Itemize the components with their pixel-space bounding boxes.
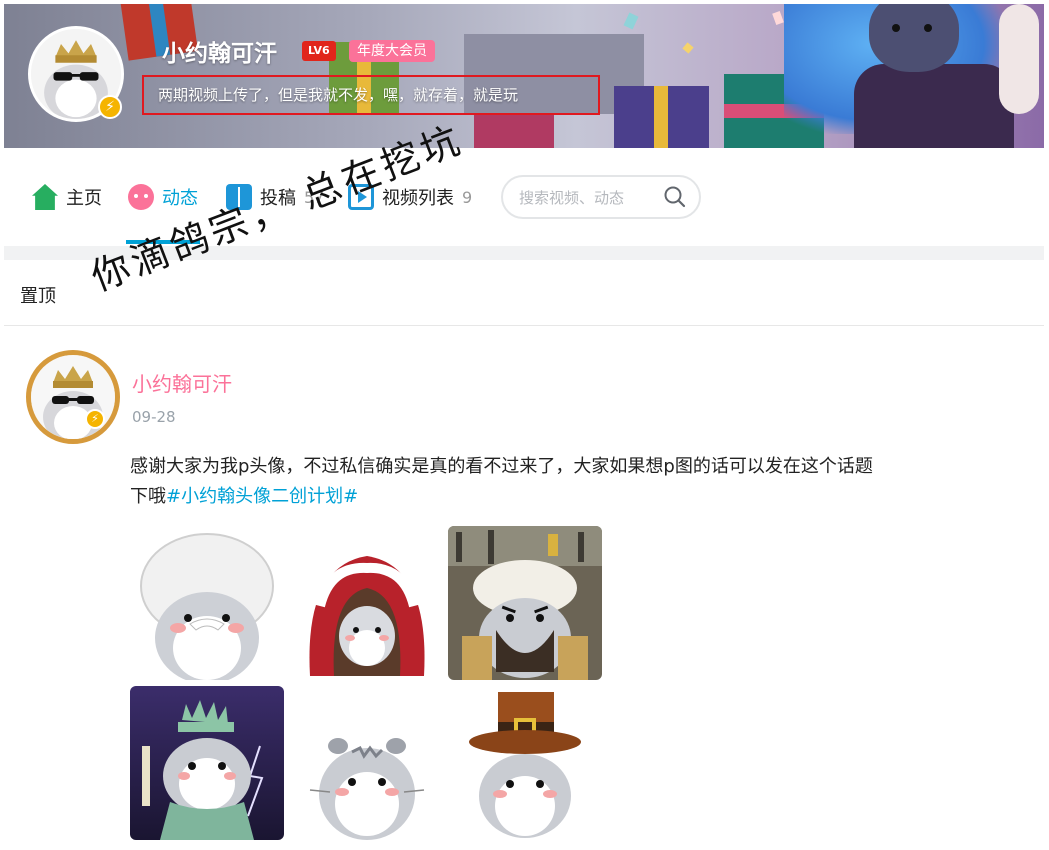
- level-badge: LV6: [302, 41, 336, 61]
- signature-highlight-box: 两期视频上传了，但是我就不发，嘿，就存着，就是玩: [142, 75, 600, 115]
- video-list-icon: [348, 184, 374, 210]
- tab-count: 57: [304, 187, 325, 207]
- tab-dynamic[interactable]: 动态: [128, 182, 198, 212]
- section-divider: [4, 246, 1044, 260]
- hamster-avatar-image: [31, 355, 115, 439]
- search-icon[interactable]: [663, 185, 687, 209]
- home-icon: [32, 184, 58, 210]
- banner-decoration: [924, 24, 932, 32]
- post-body: 感谢大家为我p头像，不过私信确实是真的看不过来了，大家如果想p图的话可以发在这个…: [130, 452, 890, 512]
- tab-label: 动态: [162, 188, 198, 209]
- banner-decoration: [772, 10, 784, 26]
- banner-decoration: [892, 24, 900, 32]
- post-image-1[interactable]: [130, 526, 284, 680]
- tab-count: 9: [462, 187, 473, 207]
- dynamic-icon: [128, 184, 154, 210]
- pinned-header: 置顶: [4, 260, 1044, 326]
- signature-text: 两期视频上传了，但是我就不发，嘿，就存着，就是玩: [158, 86, 519, 104]
- post-image-4[interactable]: [130, 686, 284, 840]
- banner-decoration: [682, 42, 694, 54]
- banner-decoration: [999, 4, 1039, 114]
- hamster-white-wig-image: [130, 526, 284, 680]
- post-image-6[interactable]: [448, 686, 602, 840]
- hamster-plain-image: [290, 686, 444, 840]
- banner-decoration: [614, 86, 709, 148]
- lightning-icon: ⚡: [98, 95, 122, 119]
- active-tab-indicator: [126, 240, 200, 244]
- post-avatar[interactable]: [26, 350, 120, 444]
- post-date[interactable]: 09-28: [132, 408, 176, 426]
- banner-decoration: [869, 4, 959, 72]
- hamster-pilgrim-hat-image: [448, 686, 602, 840]
- post-image-5[interactable]: [290, 686, 444, 840]
- username[interactable]: 小约翰可汗: [162, 34, 277, 68]
- lightning-icon: ⚡: [85, 409, 105, 429]
- post-image-3[interactable]: [448, 526, 602, 680]
- hamster-fur-hat-army-image: [448, 526, 602, 680]
- tab-video-list[interactable]: 视频列表 9: [348, 182, 472, 212]
- search-input[interactable]: [519, 186, 659, 210]
- topic-link[interactable]: #小约翰头像二创计划#: [166, 486, 358, 507]
- hamster-statue-of-liberty-image: [130, 686, 284, 840]
- tab-label: 视频列表: [382, 188, 454, 209]
- banner-decoration: [623, 12, 639, 30]
- search-box: [501, 175, 701, 219]
- hamster-red-hood-image: [290, 526, 444, 680]
- profile-nav: 主页 动态 投稿 57 视频列表 9: [4, 148, 1044, 246]
- tab-label: 投稿: [260, 188, 296, 209]
- vip-badge[interactable]: 年度大会员: [349, 40, 435, 62]
- tab-posts[interactable]: 投稿 57: [226, 182, 324, 212]
- pinned-label: 置顶: [20, 286, 56, 307]
- posts-icon: [226, 184, 252, 210]
- post-author[interactable]: 小约翰可汗: [132, 368, 232, 397]
- banner-decoration: [854, 64, 1014, 148]
- post-image-2[interactable]: [290, 526, 444, 680]
- tab-label: 主页: [66, 188, 102, 209]
- tab-home[interactable]: 主页: [32, 182, 102, 212]
- banner-decoration: [474, 114, 554, 148]
